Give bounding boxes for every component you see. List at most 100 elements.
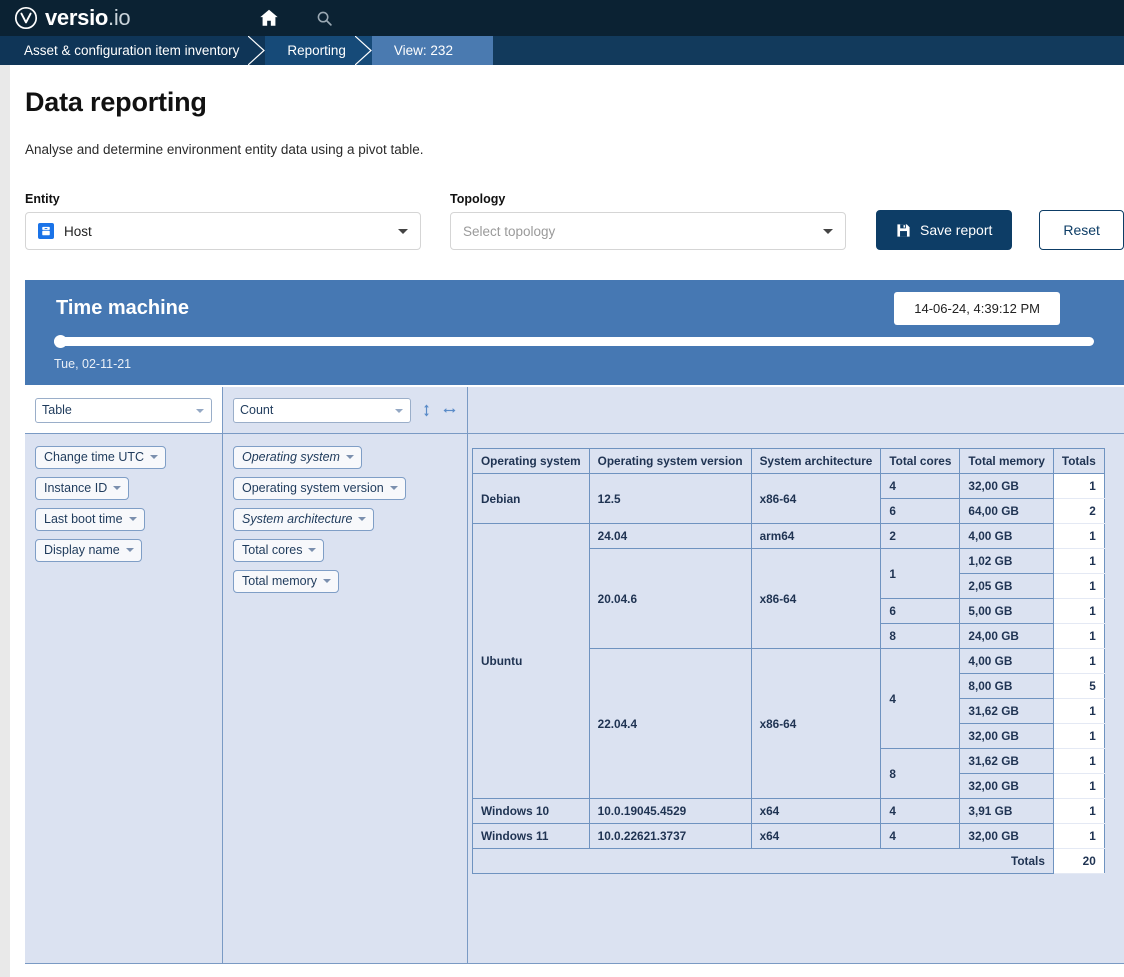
topology-placeholder: Select topology [463,223,556,239]
arrows-vertical-icon[interactable] [421,403,434,418]
chevron-down-icon[interactable] [150,455,159,459]
entity-select[interactable]: Host [25,212,421,250]
time-machine-datetime[interactable]: 14-06-24, 4:39:12 PM [894,292,1060,325]
pivot-row-field-chip-4[interactable]: Total memory [233,570,340,593]
cell-count-value: 1 [1052,698,1105,724]
cell-operating-system-version: 10.0.22621.3737 [588,823,752,849]
grand-total-value: 20 [1052,848,1105,874]
save-report-button[interactable]: Save report [876,210,1013,250]
column-header-system-architecture[interactable]: System architecture [750,448,882,474]
versio-circle-v-logo-icon [14,6,38,30]
cell-total-cores: 6 [880,498,961,524]
cell-count-value: 1 [1052,798,1105,824]
table-row: Windows 11 10.0.22621.3737 x64 4 32,00 GB 1 [472,823,1105,849]
cell-operating-system: Windows 11 [472,823,590,849]
chevron-down-icon[interactable] [358,517,367,521]
cell-total-memory: 3,91 GB [959,798,1054,824]
column-header-total-memory[interactable]: Total memory [959,448,1054,474]
chevron-down-icon[interactable] [323,579,332,583]
cell-count-value: 1 [1052,823,1105,849]
cell-count-value: 1 [1052,648,1105,674]
cell-total-cores: 4 [880,648,961,749]
cell-total-memory: 2,05 GB [959,573,1054,599]
pivot-unused-field-chip-3[interactable]: Display name [35,539,142,562]
field-chip-label: Operating system [242,450,340,464]
field-chip-label: Last boot time [44,512,123,526]
arrows-horizontal-icon[interactable] [442,403,456,418]
page-content: Data reporting Analyse and determine env… [0,65,1124,964]
pivot-unused-field-chip-1[interactable]: Instance ID [35,477,130,500]
cell-operating-system-version: 10.0.19045.4529 [588,798,752,824]
pivot-table-widget: Table Count Change time UTC Instance ID … [25,386,1124,964]
column-header-operating-system-version[interactable]: Operating system version [588,448,752,474]
cell-total-cores: 1 [880,548,961,599]
pivot-unused-fields-dropzone[interactable]: Change time UTC Instance ID Last boot time… [25,434,223,964]
chevron-down-icon[interactable] [125,548,134,552]
filter-toolbar: Entity Host Topology Select topology Sav… [25,192,1124,250]
table-header-row: Operating system Operating system versio… [472,448,1105,474]
chevron-down-icon[interactable] [389,486,398,490]
breadcrumb-chevron-icon [354,36,373,65]
pivot-unused-field-chip-2[interactable]: Last boot time [35,508,145,531]
cell-total-memory: 8,00 GB [959,673,1054,699]
pivot-row-field-chip-0[interactable]: Operating system [233,446,362,469]
aggregator-select[interactable]: Count [233,397,411,423]
topology-field-group: Topology Select topology [450,192,846,250]
topology-label: Topology [450,192,506,206]
aggregator-cell: Count [223,387,468,434]
chevron-down-icon [823,229,833,234]
save-disk-icon [896,223,911,238]
cell-total-cores: 8 [880,748,961,799]
column-header-totals[interactable]: Totals [1052,448,1105,474]
cell-count-value: 1 [1052,548,1105,574]
table-row: Windows 10 10.0.19045.4529 x64 4 3,91 GB 1 [472,798,1105,824]
pivot-column-dropzone[interactable] [468,387,1124,434]
pivot-row-field-chip-2[interactable]: System architecture [233,508,375,531]
chevron-down-icon[interactable] [113,486,122,490]
grand-total-label: Totals [472,848,1054,874]
chevron-down-icon [395,409,403,413]
breadcrumb-chevron-icon [248,36,266,65]
pivot-output-table: Operating system Operating system versio… [472,448,1105,874]
cell-system-architecture: x86-64 [750,648,882,799]
cell-total-cores: 4 [880,798,961,824]
reset-button[interactable]: Reset [1039,210,1124,250]
renderer-select[interactable]: Table [35,397,212,423]
pivot-row-field-chip-1[interactable]: Operating system version [233,477,406,500]
breadcrumb-item-reporting[interactable]: Reporting [265,36,372,65]
field-chip-label: System architecture [242,512,353,526]
time-machine-slider-handle[interactable] [54,335,67,348]
column-header-operating-system[interactable]: Operating system [472,448,590,474]
cell-count-value: 1 [1052,748,1105,774]
cell-system-architecture: x64 [750,823,882,849]
chevron-down-icon[interactable] [308,548,317,552]
field-chip-label: Instance ID [44,481,108,495]
field-chip-label: Change time UTC [44,450,145,464]
brand-logo[interactable]: versio.io [0,5,131,31]
chevron-down-icon[interactable] [345,455,354,459]
entity-label: Entity [25,192,60,206]
cell-total-memory: 31,62 GB [959,698,1054,724]
pivot-row-fields-dropzone[interactable]: Operating system Operating system version… [223,434,468,964]
cell-count-value: 1 [1052,473,1105,499]
search-icon[interactable] [316,10,333,27]
table-grand-total-row: Totals 20 [472,848,1105,874]
chevron-down-icon[interactable] [128,517,137,521]
breadcrumb-label: Reporting [287,43,346,58]
breadcrumb-item-asset-inventory[interactable]: Asset & configuration item inventory [0,36,266,65]
home-icon[interactable] [258,7,280,29]
time-machine-slider[interactable] [54,335,1094,348]
chevron-down-icon [196,409,204,413]
column-header-total-cores[interactable]: Total cores [880,448,961,474]
pivot-unused-field-chip-0[interactable]: Change time UTC [35,446,167,469]
topology-select[interactable]: Select topology [450,212,846,250]
reset-label: Reset [1063,222,1100,238]
breadcrumb-item-view[interactable]: View: 232 [371,36,493,65]
pivot-row-field-chip-3[interactable]: Total cores [233,539,325,562]
cell-system-architecture: x86-64 [750,548,882,649]
cell-total-memory: 4,00 GB [959,648,1054,674]
cell-total-cores: 4 [880,473,961,499]
cell-total-cores: 8 [880,623,961,649]
pivot-output-area: Operating system Operating system versio… [468,434,1124,964]
cell-total-memory: 32,00 GB [959,723,1054,749]
